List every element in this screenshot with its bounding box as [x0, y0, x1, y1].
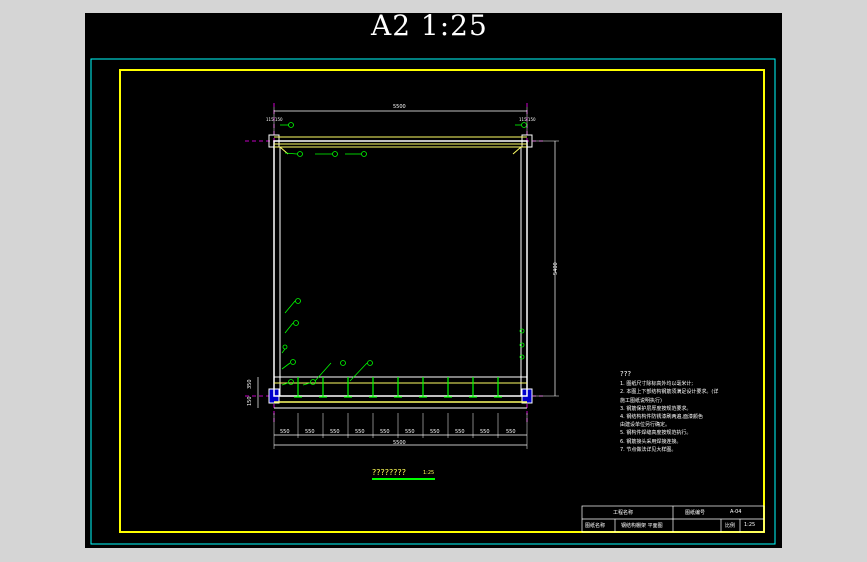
dim-seg: 550	[480, 429, 490, 435]
title-block-name-label: 图纸名称	[585, 523, 606, 529]
dim-left-small-2: 150	[247, 396, 253, 406]
dim-bottom-overall: 5500	[393, 440, 406, 446]
note-line: 6. 钢筋接头采用焊接连接。	[620, 438, 682, 445]
purlins	[294, 377, 502, 398]
note-line: 施工图纸说明执行)	[620, 397, 662, 404]
dim-seg: 550	[506, 429, 516, 435]
dim-seg: 550	[305, 429, 315, 435]
note-line: 3. 钢筋保护层厚度按规范要求。	[620, 405, 692, 412]
title-block-name: 钢结构棚架 平面图	[621, 523, 663, 529]
inner-frame	[119, 69, 765, 533]
sheet-title: A2 1:25	[371, 9, 488, 42]
callouts-left	[281, 298, 301, 386]
dim-right-height: 5400	[553, 262, 559, 275]
note-line: 7. 节点做法详见大样图。	[620, 446, 677, 453]
dim-left-small-1: 350	[247, 379, 253, 389]
dim-seg: 550	[280, 429, 290, 435]
brace-right	[512, 146, 522, 155]
note-line: 4. 钢结构构件防锈漆刷两遍,面漆颜色	[620, 414, 703, 421]
title-block-drawing-no-label: 图纸编号	[685, 510, 706, 516]
note-line: 5. 钢构件焊缝高度按规范执行。	[620, 430, 692, 437]
dim-seg: 550	[380, 429, 390, 435]
cad-drawing	[90, 58, 776, 545]
general-notes: ??? 1. 图纸尺寸除标高外均以毫米计; 2. 本图上下部结构钢筋须满足设计要…	[620, 370, 718, 454]
title-block-project: 工程名称	[613, 510, 634, 516]
drawing-caption-scale: 1:25	[423, 470, 435, 476]
note-line: 1. 图纸尺寸除标高外均以毫米计;	[620, 381, 694, 388]
note-line: 2. 本图上下部结构钢筋须满足设计要求。(详	[620, 389, 719, 396]
title-block-scale: 1:25	[744, 522, 756, 528]
drawing-caption: ????????	[372, 468, 406, 477]
dim-seg: 550	[430, 429, 440, 435]
dim-seg: 550	[330, 429, 340, 435]
drawing-viewport[interactable]: A2 1:25 5500 115 150 115 150 5400 350 15…	[85, 9, 782, 548]
notes-heading: ???	[620, 370, 632, 378]
callouts-top	[280, 122, 527, 157]
title-block-scale-label: 比例	[725, 523, 736, 529]
dim-corner-top-left: 115 150	[266, 117, 283, 122]
dim-seg: 550	[355, 429, 365, 435]
dim-seg: 550	[405, 429, 415, 435]
dim-seg: 550	[455, 429, 465, 435]
note-line: 由建设单位另行确定。	[620, 422, 671, 429]
title-block-drawing-no: A-04	[730, 509, 742, 515]
dim-top-overall: 5500	[393, 104, 406, 110]
dim-corner-top-right: 115 150	[519, 117, 536, 122]
frame-outline	[273, 140, 528, 397]
